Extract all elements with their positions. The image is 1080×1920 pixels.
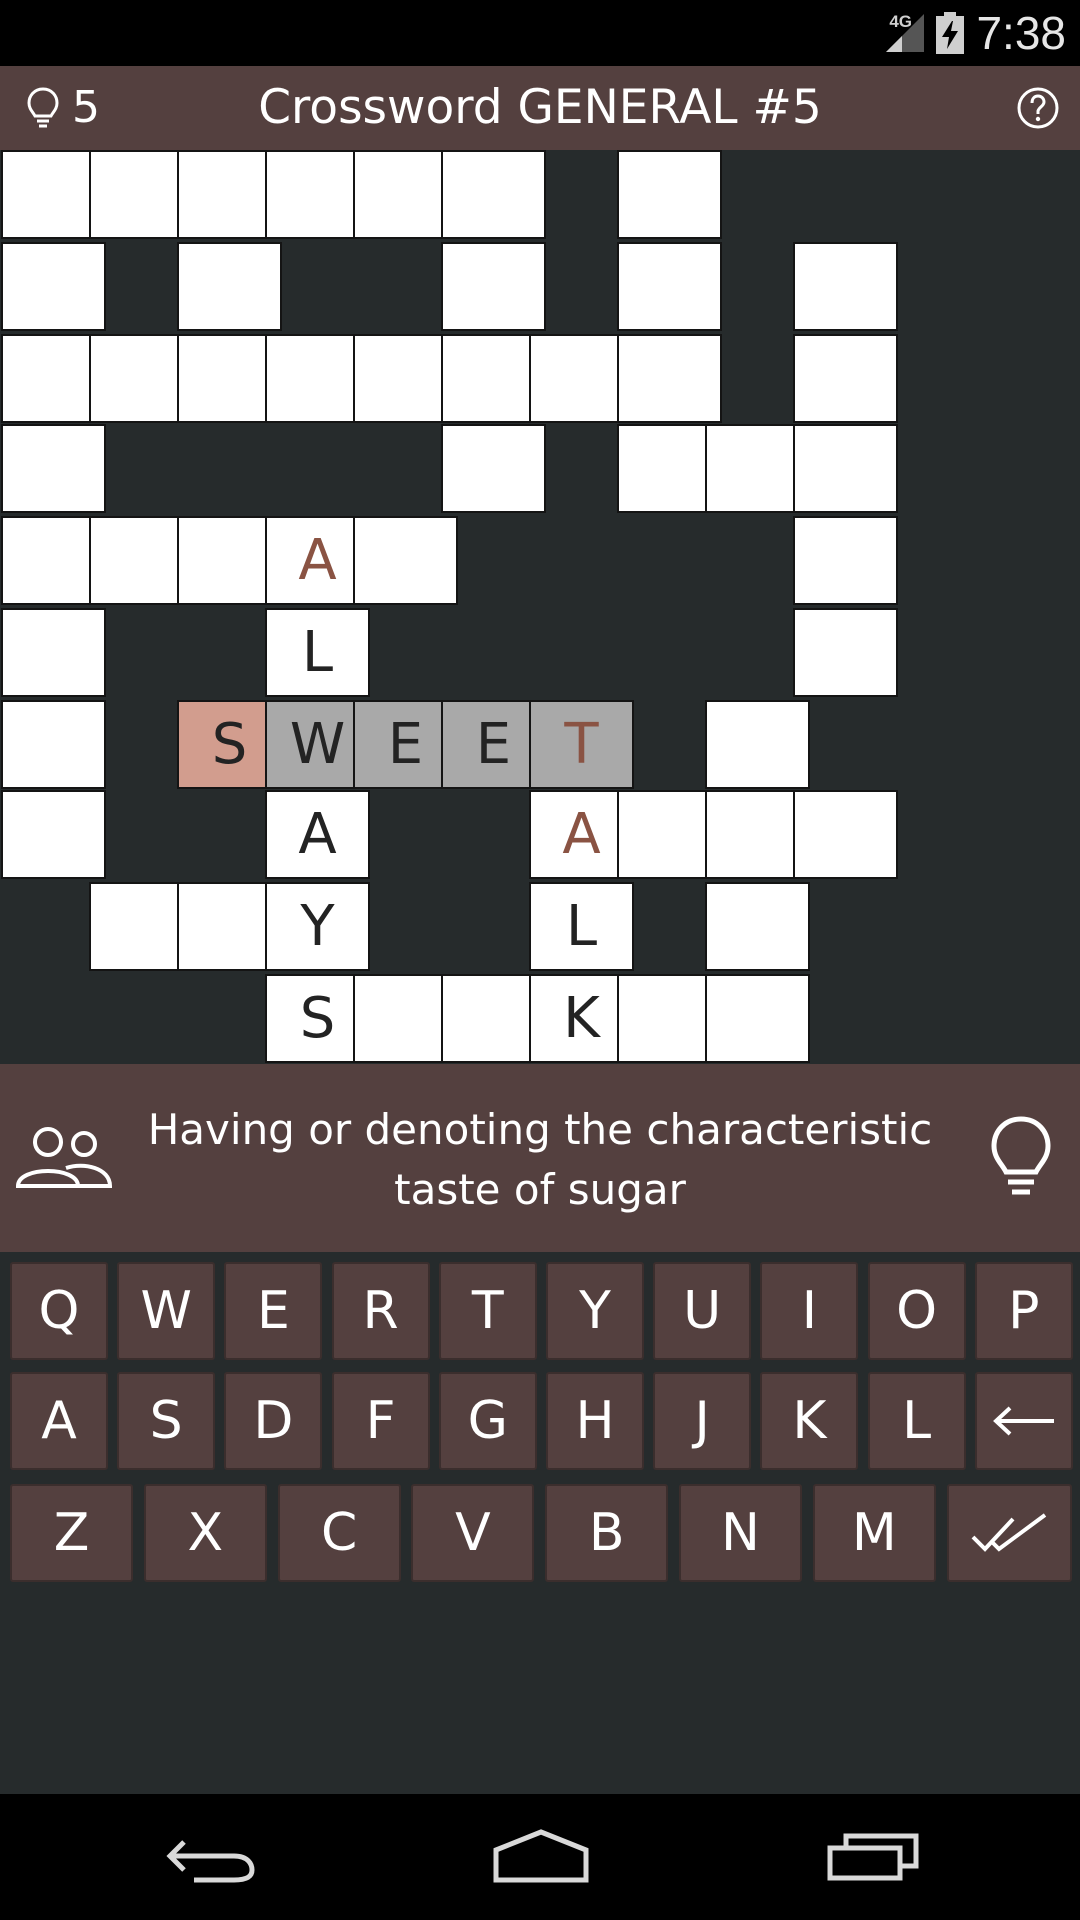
key-i[interactable]: I [760,1262,859,1360]
grid-cell[interactable] [617,334,722,423]
grid-cell[interactable] [1,424,106,513]
key-u[interactable]: U [653,1262,752,1360]
key-j[interactable]: J [653,1372,752,1470]
key-a[interactable]: A [10,1372,108,1470]
grid-cell[interactable] [177,242,282,331]
grid-cell[interactable] [705,700,810,789]
grid-cell[interactable] [793,516,898,605]
navigation-bar [0,1794,1080,1920]
grid-cell[interactable]: L [265,608,370,697]
grid-cell[interactable] [617,150,722,239]
battery-charging-icon [936,12,964,54]
grid-cell[interactable] [793,424,898,513]
lightbulb-hint-button-icon[interactable] [988,1114,1054,1204]
header: 5 Crossword GENERAL #5 [0,66,1080,150]
grid-cell[interactable] [617,242,722,331]
backspace-key[interactable] [974,1372,1073,1470]
grid-cell[interactable] [793,334,898,423]
crossword-grid: ALSWEETAAYLSK [0,150,1080,1064]
grid-cell[interactable]: A [265,790,370,879]
status-bar: 4G 7:38 [0,0,1080,66]
grid-cell[interactable] [441,150,546,239]
key-b[interactable]: B [545,1484,669,1582]
signal-icon [886,14,924,52]
back-icon[interactable] [164,1834,256,1884]
key-h[interactable]: H [546,1372,644,1470]
people-icon[interactable] [14,1124,114,1190]
key-v[interactable]: V [411,1484,535,1582]
grid-cell[interactable] [1,790,106,879]
help-icon[interactable] [1016,86,1060,130]
grid-cell[interactable]: T [529,700,634,789]
key-w[interactable]: W [117,1262,216,1360]
key-f[interactable]: F [331,1372,430,1470]
key-x[interactable]: X [143,1484,267,1582]
key-l[interactable]: L [867,1372,966,1470]
keyboard: QWERTYUIOP ASDFGHJKL ZXCVBNM [0,1252,1080,1794]
grid-cell[interactable]: L [529,882,634,971]
grid-cell[interactable] [1,700,106,789]
backspace-arrow-icon [992,1406,1054,1436]
key-g[interactable]: G [438,1372,537,1470]
grid-cell[interactable] [705,974,810,1063]
key-q[interactable]: Q [10,1262,108,1360]
clock: 7:38 [976,7,1066,59]
grid-cell[interactable] [705,882,810,971]
grid-cell[interactable] [441,242,546,331]
grid-cell[interactable] [793,608,898,697]
double-check-icon [971,1513,1047,1552]
key-z[interactable]: Z [10,1484,133,1582]
key-n[interactable]: N [679,1484,802,1582]
clue-bar: Having or denoting the characteristic ta… [0,1064,1080,1252]
key-d[interactable]: D [224,1372,323,1470]
grid-cell[interactable] [353,516,458,605]
key-m[interactable]: M [812,1484,936,1582]
grid-cell[interactable] [1,242,106,331]
key-r[interactable]: R [331,1262,430,1360]
grid-cell[interactable] [793,242,898,331]
key-p[interactable]: P [974,1262,1073,1360]
home-icon[interactable] [492,1828,590,1884]
recents-icon[interactable] [826,1830,920,1882]
grid-cell[interactable]: Y [265,882,370,971]
key-e[interactable]: E [224,1262,323,1360]
clue-text: Having or denoting the characteristic ta… [147,1105,933,1214]
key-t[interactable]: T [438,1262,537,1360]
key-s[interactable]: S [117,1372,216,1470]
key-k[interactable]: K [760,1372,859,1470]
grid-cell[interactable] [793,790,898,879]
submit-key[interactable] [946,1484,1072,1582]
key-c[interactable]: C [277,1484,401,1582]
page-title: Crossword GENERAL #5 [258,80,822,135]
key-y[interactable]: Y [546,1262,644,1360]
key-o[interactable]: O [867,1262,966,1360]
grid-cell[interactable] [441,424,546,513]
grid-cell[interactable] [1,608,106,697]
